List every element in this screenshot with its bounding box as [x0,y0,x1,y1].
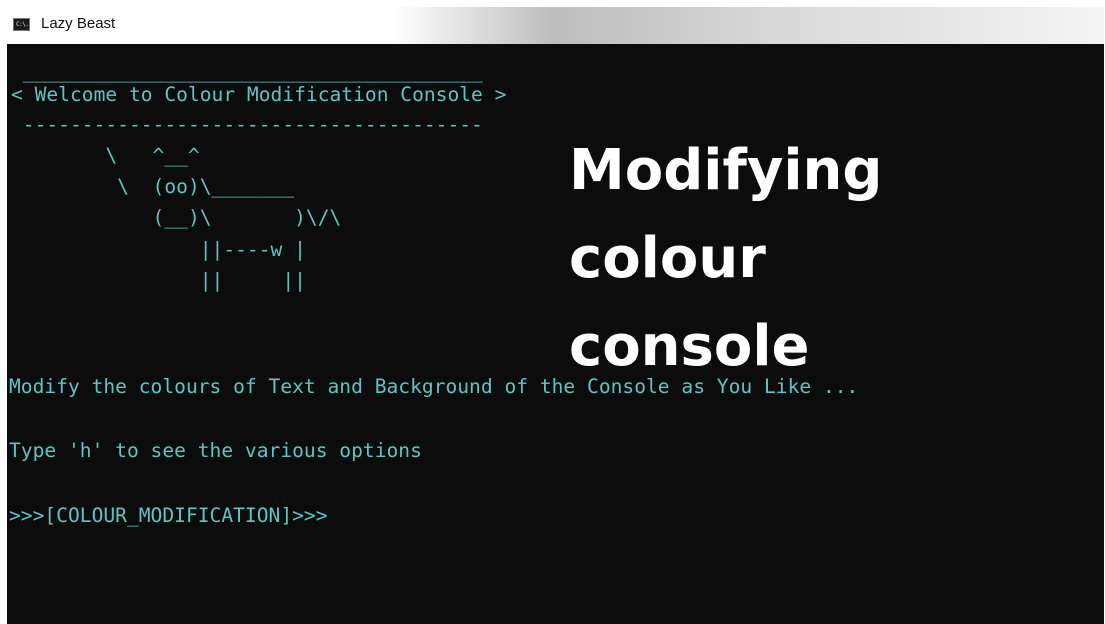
banner-bottom-border: --------------------------------------- [11,113,483,136]
cow-art-line: || || [11,269,306,292]
help-hint-line: Type 'h' to see the various options [9,439,422,462]
console-window: C:\. Lazy Beast ________________________… [7,7,1104,624]
console-app-icon[interactable]: C:\. [13,18,30,31]
overlay-caption: Modifying colour console [569,127,883,391]
console-output-area[interactable]: _______________________________________ … [7,44,1104,624]
banner-title: < Welcome to Colour Modification Console… [11,83,507,106]
cow-art-line: \ (oo)\_______ [11,175,295,198]
overlay-line: console [569,314,810,379]
overlay-line: Modifying [569,138,883,203]
cow-art-line: \ ^__^ [11,144,200,167]
cow-art-line: (__)\ )\/\ [11,206,342,229]
title-bar[interactable]: C:\. Lazy Beast [7,7,1104,44]
cow-art-line: ||----w | [11,238,306,261]
window-title: Lazy Beast [41,15,116,32]
command-prompt[interactable]: >>>[COLOUR_MODIFICATION]>>> [9,500,328,531]
overlay-line: colour [569,226,766,291]
